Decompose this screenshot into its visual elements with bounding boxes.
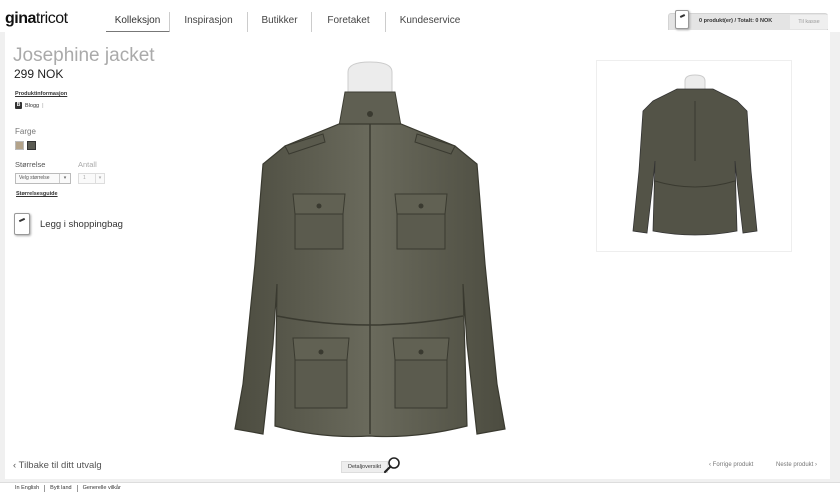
shopping-bag-icon[interactable] xyxy=(675,10,689,29)
header: ginatricot Kolleksjon Inspirasjon Butikk… xyxy=(0,0,840,33)
blog-label: Blogg xyxy=(25,102,40,109)
logo-light-text: tricot xyxy=(35,10,68,27)
add-to-bag-label: Legg i shoppingbag xyxy=(40,218,123,230)
page: ginatricot Kolleksjon Inspirasjon Butikk… xyxy=(0,0,840,497)
chevron-down-icon: ▾ xyxy=(59,174,70,183)
footer-links: In English Bytt land Generelle vilkår xyxy=(15,485,126,492)
blog-icon: B xyxy=(15,102,22,109)
checkout-button[interactable]: Til kasse xyxy=(790,15,828,29)
back-to-selection-link[interactable]: ‹ Tilbake til ditt utvalg xyxy=(13,460,102,471)
nav-item-inspirasjon[interactable]: Inspirasjon xyxy=(170,12,248,33)
blog-link[interactable]: B Blogg | xyxy=(15,102,44,109)
logo-bold-text: gina xyxy=(5,10,36,27)
nav-item-kundeservice[interactable]: Kundeservice xyxy=(386,12,474,33)
product-title: Josephine jacket xyxy=(13,45,155,66)
add-to-bag-button[interactable]: Legg i shoppingbag xyxy=(14,213,123,235)
color-swatch-beige[interactable] xyxy=(15,141,24,150)
quantity-select[interactable]: 1 ▾ xyxy=(78,173,105,184)
footer-link-change-country[interactable]: Bytt land xyxy=(45,485,78,492)
size-select-value: Velg størrelse xyxy=(19,175,50,181)
size-label: Størrelse xyxy=(15,160,46,169)
product-image-back-thumbnail[interactable] xyxy=(596,60,792,252)
quantity-label: Antall xyxy=(78,160,97,169)
previous-product-link[interactable]: ‹ Forrige produkt xyxy=(709,462,753,468)
logo[interactable]: ginatricot xyxy=(5,10,68,28)
detail-view-button[interactable]: Detaljoversikt xyxy=(341,461,388,473)
product-image-front[interactable] xyxy=(215,54,525,454)
product-image-back xyxy=(632,74,758,236)
next-product-link[interactable]: Neste produkt › xyxy=(776,462,817,468)
cart-summary[interactable]: 0 produkt(er) / Totalt: 0 NOK Til kasse xyxy=(668,10,828,30)
footer: In English Bytt land Generelle vilkår xyxy=(0,482,840,497)
main-nav: Kolleksjon Inspirasjon Butikker Foretake… xyxy=(106,12,474,33)
footer-link-english[interactable]: In English xyxy=(15,485,46,492)
magnifier-icon[interactable] xyxy=(383,456,401,474)
size-select[interactable]: Velg størrelse ▾ xyxy=(15,173,71,184)
nav-item-foretaket[interactable]: Foretaket xyxy=(312,12,386,33)
quantity-select-value: 1 xyxy=(83,175,86,181)
nav-item-kolleksjon[interactable]: Kolleksjon xyxy=(106,12,170,33)
size-guide-link[interactable]: Størrelsesguide xyxy=(16,191,58,197)
product-price: 299 NOK xyxy=(14,67,64,81)
nav-item-butikker[interactable]: Butikker xyxy=(248,12,312,33)
footer-link-terms[interactable]: Generelle vilkår xyxy=(78,485,126,492)
product-info-link[interactable]: Produktinformasjon xyxy=(15,91,67,97)
shopping-bag-icon xyxy=(14,213,30,235)
color-swatch-olive[interactable] xyxy=(27,141,36,150)
product-panel: Josephine jacket 299 NOK Produktinformas… xyxy=(5,32,830,479)
cart-totals: 0 produkt(er) / Totalt: 0 NOK xyxy=(699,18,773,24)
color-label: Farge xyxy=(15,127,36,136)
chevron-down-icon: ▾ xyxy=(95,174,104,183)
